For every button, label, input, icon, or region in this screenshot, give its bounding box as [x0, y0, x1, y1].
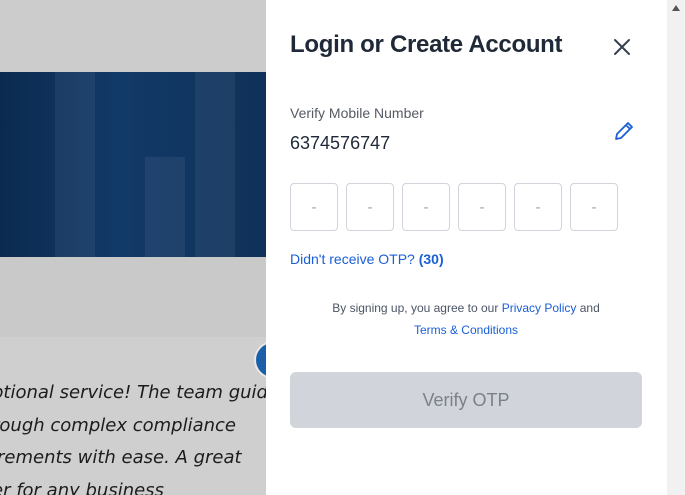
pencil-icon — [615, 122, 633, 140]
otp-digit-3[interactable] — [402, 183, 450, 231]
resend-otp-link[interactable]: Didn't receive OTP? (30) — [290, 251, 444, 267]
background-section — [0, 257, 266, 337]
privacy-policy-link[interactable]: Privacy Policy — [502, 301, 577, 315]
edit-phone-button[interactable] — [612, 119, 636, 143]
verify-mobile-label: Verify Mobile Number — [290, 105, 424, 121]
testimonial-line: rough complex compliance — [0, 414, 236, 436]
close-button[interactable] — [610, 35, 634, 59]
otp-digit-1[interactable] — [290, 183, 338, 231]
login-drawer: Login or Create Account Verify Mobile Nu… — [266, 0, 667, 495]
terms-prefix: By signing up, you agree to our — [332, 301, 499, 315]
background-page: ptional service! The team guided rough c… — [0, 0, 266, 495]
background-testimonial: ptional service! The team guided rough c… — [0, 377, 266, 495]
drawer-title: Login or Create Account — [290, 31, 563, 58]
testimonial-line: er for any business — [0, 479, 164, 495]
close-icon — [614, 39, 630, 55]
verify-otp-button[interactable]: Verify OTP — [290, 372, 642, 428]
otp-digit-4[interactable] — [458, 183, 506, 231]
background-hero-image — [0, 72, 266, 257]
terms-and: and — [579, 301, 600, 315]
resend-otp-text: Didn't receive OTP? — [290, 251, 415, 267]
terms-notice: By signing up, you agree to our Privacy … — [290, 297, 642, 341]
otp-input-group — [290, 183, 618, 231]
scrollbar[interactable] — [667, 0, 685, 495]
testimonial-line: ptional service! The team guided — [0, 382, 266, 403]
terms-conditions-link[interactable]: Terms & Conditions — [414, 323, 518, 337]
otp-digit-6[interactable] — [570, 183, 618, 231]
testimonial-line: irements with ease. A great — [0, 447, 242, 468]
otp-digit-5[interactable] — [514, 183, 562, 231]
background-header — [0, 0, 266, 72]
otp-digit-2[interactable] — [346, 183, 394, 231]
scroll-up-arrow-icon[interactable] — [672, 5, 680, 11]
phone-number: 6374576747 — [290, 133, 391, 153]
resend-otp-timer: (30) — [418, 251, 444, 267]
